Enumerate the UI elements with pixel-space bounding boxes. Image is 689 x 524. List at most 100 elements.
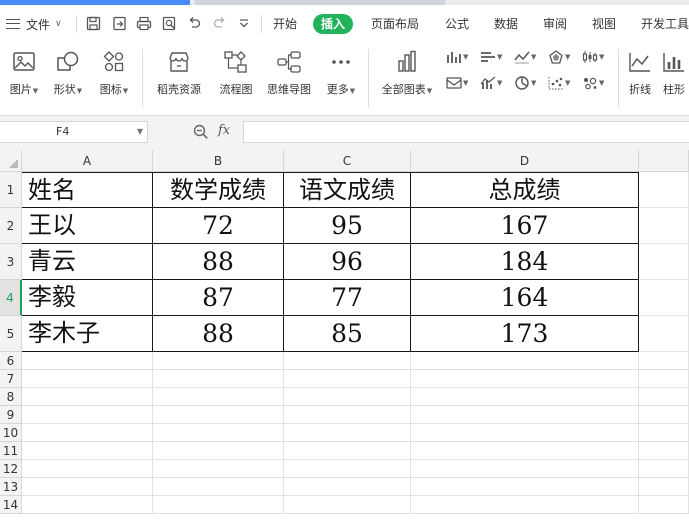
tab-home[interactable]: 开始: [273, 16, 297, 32]
table-cell[interactable]: 88: [153, 244, 284, 280]
row-header[interactable]: 1: [0, 172, 22, 208]
docer-resource-button[interactable]: 稻壳资源: [152, 49, 206, 97]
empty-cell[interactable]: [22, 370, 153, 388]
empty-cell[interactable]: [411, 352, 639, 370]
empty-cell[interactable]: [22, 496, 153, 514]
table-cell[interactable]: 72: [153, 208, 284, 244]
header-cell[interactable]: 语文成绩: [284, 172, 411, 208]
empty-cell[interactable]: [284, 406, 411, 424]
table-cell[interactable]: 95: [284, 208, 411, 244]
empty-cell[interactable]: [22, 388, 153, 406]
empty-cell[interactable]: [284, 442, 411, 460]
pie-chart-icon[interactable]: ▼: [514, 74, 538, 92]
column-header-d[interactable]: D: [411, 150, 639, 172]
empty-cell[interactable]: [153, 478, 284, 496]
row-header[interactable]: 11: [0, 442, 22, 460]
undo-icon[interactable]: [185, 14, 203, 32]
column-header-b[interactable]: B: [153, 150, 284, 172]
empty-cell[interactable]: [22, 460, 153, 478]
table-cell[interactable]: 96: [284, 244, 411, 280]
select-all-corner[interactable]: [0, 150, 22, 172]
combo-chart-icon[interactable]: ▼: [480, 74, 504, 92]
empty-cell[interactable]: [153, 388, 284, 406]
mindmap-button[interactable]: 思维导图: [263, 49, 315, 97]
formula-input[interactable]: [243, 121, 689, 143]
empty-cell[interactable]: [22, 424, 153, 442]
tab-data[interactable]: 数据: [494, 16, 518, 32]
empty-cell[interactable]: [284, 352, 411, 370]
tab-review[interactable]: 审阅: [543, 16, 567, 32]
row-header[interactable]: 14: [0, 496, 22, 514]
empty-cell[interactable]: [639, 352, 689, 370]
tab-view[interactable]: 视图: [592, 16, 616, 32]
empty-cell[interactable]: [153, 496, 284, 514]
flowchart-button[interactable]: 流程图: [216, 49, 256, 97]
print-icon[interactable]: [135, 14, 153, 32]
table-cell[interactable]: 88: [153, 316, 284, 352]
empty-cell[interactable]: [411, 406, 639, 424]
empty-cell[interactable]: [639, 280, 689, 316]
print-preview-icon[interactable]: [160, 14, 178, 32]
row-header[interactable]: 10: [0, 424, 22, 442]
empty-cell[interactable]: [22, 478, 153, 496]
empty-cell[interactable]: [411, 424, 639, 442]
header-cell[interactable]: 数学成绩: [153, 172, 284, 208]
empty-cell[interactable]: [639, 388, 689, 406]
empty-cell[interactable]: [284, 424, 411, 442]
column-header-a[interactable]: A: [22, 150, 153, 172]
empty-cell[interactable]: [153, 352, 284, 370]
column-sparkline-button[interactable]: 柱形: [658, 49, 689, 97]
table-cell[interactable]: 李毅: [22, 280, 153, 316]
table-cell[interactable]: 167: [411, 208, 639, 244]
row-header[interactable]: 8: [0, 388, 22, 406]
picture-button[interactable]: 图片▼: [6, 49, 42, 97]
empty-cell[interactable]: [411, 442, 639, 460]
more-button[interactable]: 更多▼: [322, 49, 360, 97]
empty-cell[interactable]: [639, 370, 689, 388]
empty-cell[interactable]: [639, 172, 689, 208]
empty-cell[interactable]: [411, 370, 639, 388]
redo-icon[interactable]: [210, 14, 228, 32]
row-header[interactable]: 9: [0, 406, 22, 424]
export-icon[interactable]: [110, 14, 128, 32]
table-cell[interactable]: 李木子: [22, 316, 153, 352]
empty-cell[interactable]: [639, 208, 689, 244]
table-cell[interactable]: 77: [284, 280, 411, 316]
name-box[interactable]: F4 ▼: [0, 121, 148, 143]
tab-formulas[interactable]: 公式: [445, 16, 469, 32]
table-cell[interactable]: 王以: [22, 208, 153, 244]
row-header[interactable]: 3: [0, 244, 22, 280]
radar-chart-icon[interactable]: ▼: [548, 48, 572, 66]
zoom-icon[interactable]: [192, 123, 210, 141]
empty-cell[interactable]: [639, 424, 689, 442]
empty-cell[interactable]: [284, 478, 411, 496]
column-header-c[interactable]: C: [284, 150, 411, 172]
empty-cell[interactable]: [411, 496, 639, 514]
empty-cell[interactable]: [639, 496, 689, 514]
table-cell[interactable]: 青云: [22, 244, 153, 280]
empty-cell[interactable]: [153, 460, 284, 478]
area-chart-icon[interactable]: ▼: [446, 74, 470, 92]
icon-button[interactable]: 图标▼: [96, 49, 132, 97]
bar-chart-horizontal-icon[interactable]: ▼: [480, 48, 504, 66]
table-cell[interactable]: 87: [153, 280, 284, 316]
tab-insert[interactable]: 插入: [313, 14, 354, 34]
table-cell[interactable]: 173: [411, 316, 639, 352]
file-menu-button[interactable]: 文件 ∨: [6, 14, 62, 34]
row-header[interactable]: 12: [0, 460, 22, 478]
all-charts-button[interactable]: 全部图表▼: [376, 49, 438, 97]
fx-insert-function-button[interactable]: fx: [218, 123, 230, 138]
row-header[interactable]: 7: [0, 370, 22, 388]
scatter-chart-icon[interactable]: ▼: [548, 74, 572, 92]
empty-cell[interactable]: [284, 496, 411, 514]
quick-access-dropdown-icon[interactable]: [235, 14, 253, 32]
empty-cell[interactable]: [639, 244, 689, 280]
empty-cell[interactable]: [22, 406, 153, 424]
save-icon[interactable]: [84, 14, 102, 32]
empty-cell[interactable]: [639, 478, 689, 496]
empty-cell[interactable]: [639, 442, 689, 460]
empty-cell[interactable]: [284, 460, 411, 478]
table-cell[interactable]: 164: [411, 280, 639, 316]
column-chart-icon[interactable]: ▼: [446, 48, 470, 66]
table-cell[interactable]: 184: [411, 244, 639, 280]
